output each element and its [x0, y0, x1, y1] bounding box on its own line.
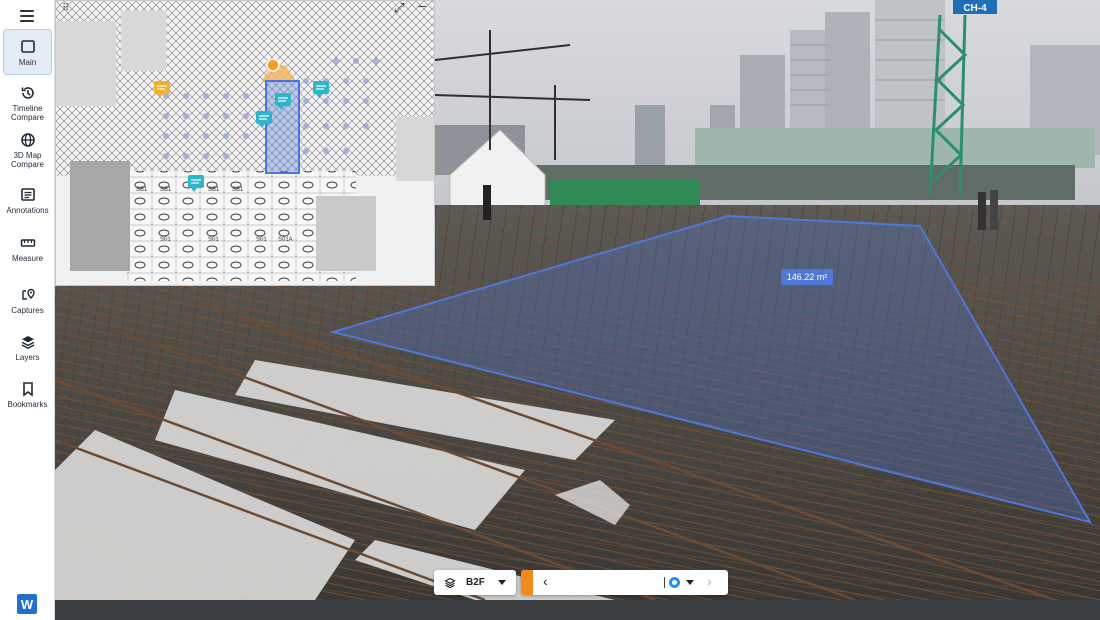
- sidebar-item-label: Annotations: [6, 206, 49, 215]
- grid-label: SB1: [208, 187, 220, 193]
- history-icon: [21, 87, 34, 99]
- floor-selector[interactable]: B2F: [434, 570, 516, 595]
- layers-icon: [21, 336, 34, 349]
- brand-logo: W: [17, 594, 37, 614]
- sidebar-item-annotations[interactable]: Annotations: [3, 178, 52, 218]
- sidebar-item-label: Captures: [11, 306, 44, 315]
- sidebar-item-captures[interactable]: Captures: [3, 278, 52, 318]
- expand-icon[interactable]: ⤢: [394, 1, 404, 16]
- drag-handle-icon[interactable]: ⠿: [62, 3, 69, 14]
- sidebar-item-label: Timeline Compare: [11, 104, 44, 122]
- menu-icon[interactable]: [14, 6, 40, 26]
- timeline-tick: [664, 577, 665, 588]
- sidebar: Main Timeline Compare 3D Map Compare Ann…: [0, 0, 55, 620]
- grid-label: SB1: [232, 187, 244, 193]
- sidebar-item-label: Bookmarks: [7, 400, 48, 409]
- timeline-current-dot[interactable]: [669, 577, 680, 588]
- bookmark-icon: [22, 382, 33, 397]
- minimize-icon[interactable]: –: [418, 1, 426, 13]
- sidebar-item-label: Main: [18, 58, 37, 67]
- status-strip: [55, 600, 1100, 620]
- capture-pin-icon: [21, 288, 35, 300]
- timeline-control[interactable]: ‹ ›: [521, 570, 728, 595]
- sidebar-item-3d-map-compare[interactable]: 3D Map Compare: [3, 123, 52, 169]
- sidebar-item-measure[interactable]: Measure: [3, 226, 52, 266]
- previous-capture-button[interactable]: ‹: [543, 573, 548, 589]
- grid-label: S01A: [278, 237, 293, 243]
- sidebar-item-layers[interactable]: Layers: [3, 325, 52, 365]
- chevron-down-icon[interactable]: [686, 580, 694, 585]
- sidebar-item-bookmarks[interactable]: Bookmarks: [3, 372, 52, 412]
- globe-icon: [20, 133, 35, 147]
- sidebar-item-label: Measure: [11, 254, 44, 263]
- app-window: Main Timeline Compare 3D Map Compare Ann…: [0, 0, 1100, 620]
- grid-label: SB1: [160, 187, 172, 193]
- timeline-handle[interactable]: [521, 570, 533, 595]
- square-icon: [20, 40, 35, 53]
- grid-label: S01: [208, 237, 219, 243]
- sidebar-item-timeline-compare[interactable]: Timeline Compare: [3, 76, 52, 122]
- ruler-icon: [20, 239, 35, 247]
- sidebar-item-main[interactable]: Main: [3, 29, 52, 75]
- crane-sign: CH-4: [963, 3, 987, 14]
- current-position-marker[interactable]: [266, 58, 280, 72]
- next-capture-button[interactable]: ›: [707, 573, 712, 589]
- floorplan-map: SB1 SB1 SB1 SB1 S01 S01 S01 S01A: [56, 1, 434, 285]
- layers-icon: [444, 577, 456, 588]
- area-measurement-label: 146.22 m²: [781, 269, 833, 285]
- floor-label: B2F: [466, 577, 485, 588]
- grid-label: SB1: [136, 187, 148, 193]
- grid-label: S01: [160, 237, 171, 243]
- sidebar-item-label: Layers: [15, 353, 40, 362]
- minimap-panel[interactable]: SB1 SB1 SB1 SB1 S01 S01 S01 S01A ⠿ ⤢ –: [55, 0, 435, 286]
- sidebar-item-label: 3D Map Compare: [11, 151, 44, 169]
- annotation-icon: [20, 188, 35, 201]
- grid-label: S01: [256, 237, 267, 243]
- chevron-down-icon: [498, 580, 506, 585]
